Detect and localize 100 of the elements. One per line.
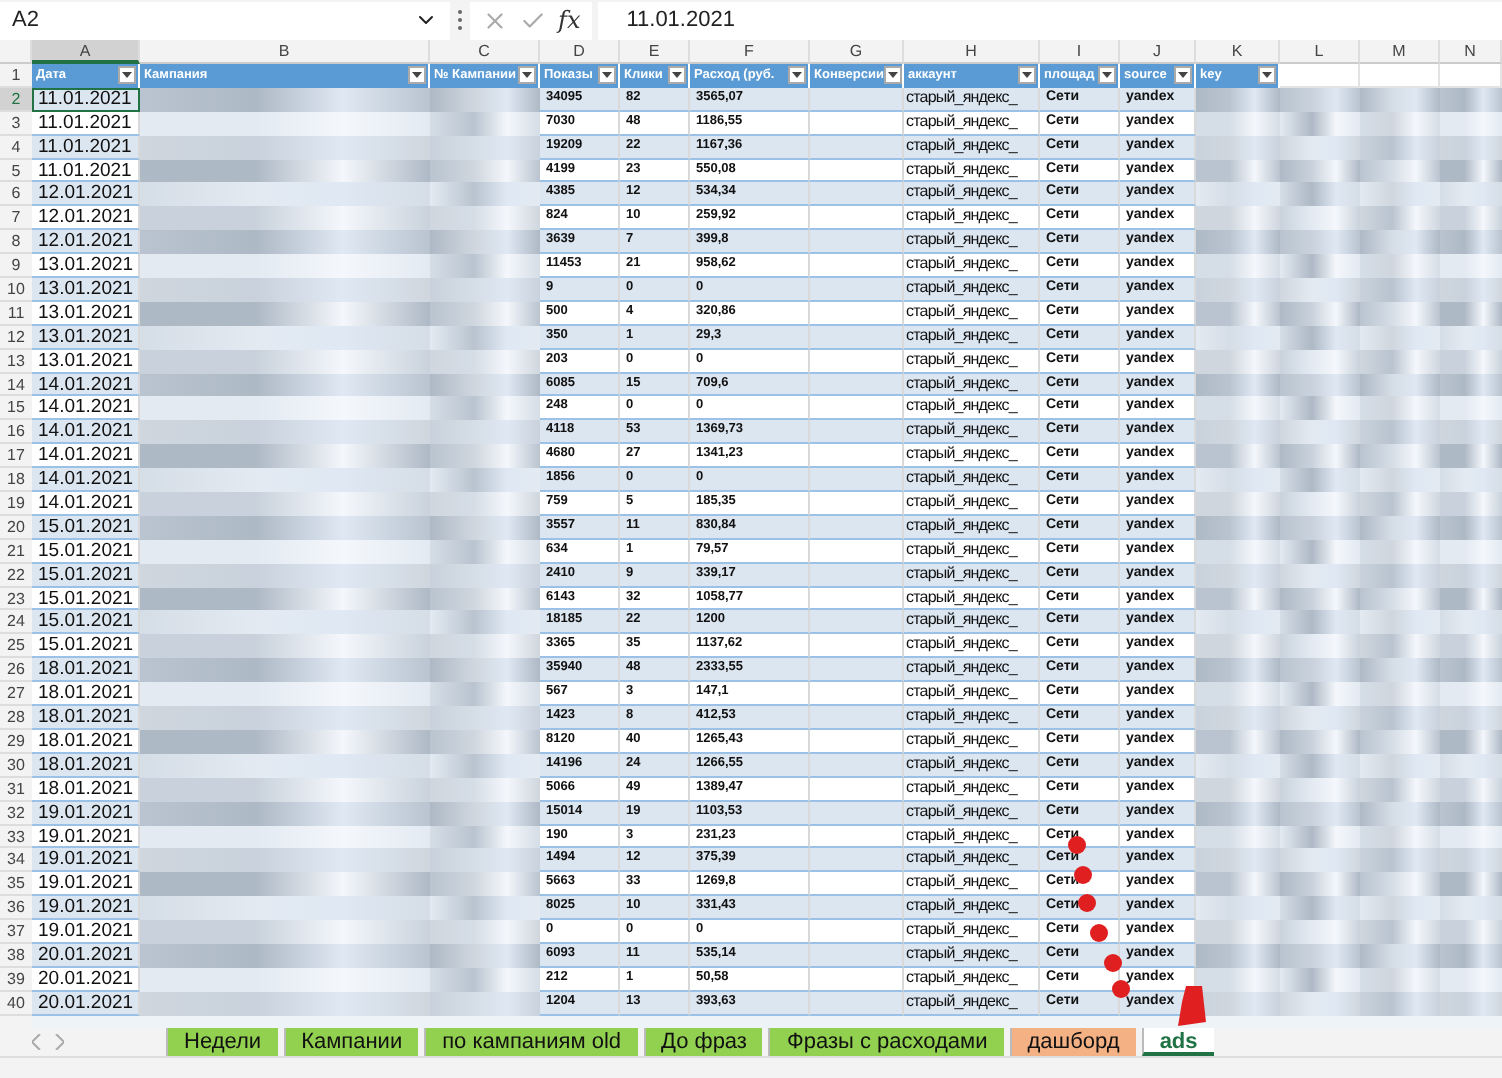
row-number[interactable]: 22 xyxy=(0,563,32,588)
date-cell[interactable]: 15.01.2021 xyxy=(32,587,140,611)
filter-button[interactable] xyxy=(1018,66,1036,85)
row-number[interactable]: 7 xyxy=(0,206,32,231)
row-number[interactable]: 5 xyxy=(0,159,32,183)
row-number[interactable]: 9 xyxy=(0,254,32,279)
date-cell[interactable]: 15.01.2021 xyxy=(32,515,140,540)
date-cell[interactable]: 18.01.2021 xyxy=(32,753,140,778)
date-cell[interactable]: 20.01.2021 xyxy=(32,991,140,1016)
date-cell[interactable]: 14.01.2021 xyxy=(32,444,140,469)
row-number[interactable]: 18 xyxy=(0,468,32,493)
column-header[interactable]: K xyxy=(1196,40,1280,64)
date-cell[interactable]: 11.01.2021 xyxy=(32,111,140,136)
row-number[interactable]: 40 xyxy=(0,991,32,1016)
filter-button[interactable] xyxy=(1258,66,1276,85)
row-number[interactable]: 32 xyxy=(0,801,32,825)
date-cell[interactable]: 13.01.2021 xyxy=(32,301,140,326)
row-number[interactable]: 25 xyxy=(0,634,32,659)
column-header[interactable]: B xyxy=(140,40,430,64)
sheet-tab[interactable]: дашборд xyxy=(1009,1027,1136,1056)
date-cell[interactable]: 18.01.2021 xyxy=(32,729,140,754)
date-cell[interactable]: 14.01.2021 xyxy=(32,492,140,516)
row-number[interactable]: 14 xyxy=(0,373,32,397)
filter-button[interactable] xyxy=(1174,66,1192,85)
filter-button[interactable] xyxy=(668,66,686,85)
filter-button[interactable] xyxy=(598,66,616,85)
sheet-tab[interactable]: ads xyxy=(1141,1027,1214,1056)
column-header[interactable]: C xyxy=(430,40,540,64)
filter-button[interactable] xyxy=(408,66,426,85)
row-number[interactable]: 10 xyxy=(0,278,32,302)
date-cell[interactable]: 19.01.2021 xyxy=(32,896,140,921)
row-number[interactable]: 39 xyxy=(0,967,32,992)
date-cell[interactable]: 15.01.2021 xyxy=(32,563,140,588)
row-number[interactable]: 13 xyxy=(0,349,32,374)
date-cell[interactable]: 19.01.2021 xyxy=(32,801,140,825)
row-number[interactable]: 8 xyxy=(0,230,32,255)
filter-button[interactable] xyxy=(883,66,902,85)
row-number[interactable]: 6 xyxy=(0,182,32,207)
column-header[interactable]: N xyxy=(1440,40,1502,64)
date-cell[interactable]: 19.01.2021 xyxy=(32,848,140,873)
date-cell[interactable]: 15.01.2021 xyxy=(32,634,140,659)
date-cell[interactable]: 15.01.2021 xyxy=(32,610,140,635)
date-cell[interactable]: 14.01.2021 xyxy=(32,373,140,397)
filter-button[interactable] xyxy=(1098,66,1116,85)
row-number[interactable]: 38 xyxy=(0,943,32,968)
row-number[interactable]: 3 xyxy=(0,111,32,136)
sheet-tab[interactable]: Фразы с расходами xyxy=(768,1027,1004,1056)
column-header[interactable]: L xyxy=(1280,40,1360,64)
date-cell[interactable]: 12.01.2021 xyxy=(32,182,140,207)
column-header[interactable]: J xyxy=(1120,40,1196,64)
sheet-tab[interactable]: Кампании xyxy=(283,1027,419,1056)
sheet-tab[interactable]: по кампаниям old xyxy=(424,1027,638,1056)
date-cell[interactable]: 13.01.2021 xyxy=(32,349,140,374)
row-number[interactable]: 1 xyxy=(0,64,32,88)
column-header[interactable]: A xyxy=(32,40,140,64)
more-icon[interactable] xyxy=(456,8,464,32)
check-icon[interactable] xyxy=(520,7,546,33)
date-cell[interactable]: 11.01.2021 xyxy=(32,159,140,183)
row-number[interactable]: 19 xyxy=(0,492,32,516)
filter-button[interactable] xyxy=(118,66,136,85)
row-number[interactable]: 34 xyxy=(0,848,32,873)
row-number[interactable]: 35 xyxy=(0,872,32,897)
date-cell[interactable]: 20.01.2021 xyxy=(32,967,140,992)
filter-button[interactable] xyxy=(788,66,806,85)
row-number[interactable]: 20 xyxy=(0,515,32,540)
row-number[interactable]: 24 xyxy=(0,610,32,635)
column-header[interactable]: E xyxy=(620,40,690,64)
name-box[interactable]: A2 xyxy=(0,1,450,39)
column-header[interactable]: F xyxy=(690,40,810,64)
date-cell[interactable]: 11.01.2021 xyxy=(32,135,140,160)
date-cell[interactable]: 13.01.2021 xyxy=(32,278,140,302)
row-number[interactable]: 30 xyxy=(0,753,32,778)
date-cell[interactable]: 18.01.2021 xyxy=(32,682,140,707)
row-number[interactable]: 36 xyxy=(0,896,32,921)
date-cell[interactable]: 18.01.2021 xyxy=(32,706,140,730)
row-number[interactable]: 21 xyxy=(0,539,32,564)
sheet-tab[interactable]: До фраз xyxy=(643,1027,763,1056)
column-header[interactable]: I xyxy=(1040,40,1120,64)
formula-field[interactable]: 11.01.2021 xyxy=(598,1,1502,39)
filter-button[interactable] xyxy=(518,66,536,85)
date-cell[interactable]: 18.01.2021 xyxy=(32,777,140,802)
row-number[interactable]: 28 xyxy=(0,706,32,730)
row-number[interactable]: 15 xyxy=(0,396,32,421)
column-header[interactable]: H xyxy=(904,40,1040,64)
date-cell[interactable]: 18.01.2021 xyxy=(32,658,140,683)
sheet-tab[interactable]: Недели xyxy=(166,1027,278,1056)
row-number[interactable]: 2 xyxy=(0,87,32,112)
column-header[interactable]: D xyxy=(540,40,620,64)
row-number[interactable]: 29 xyxy=(0,729,32,754)
row-number[interactable]: 12 xyxy=(0,325,32,350)
date-cell[interactable]: 14.01.2021 xyxy=(32,468,140,493)
row-number[interactable]: 37 xyxy=(0,920,32,944)
date-cell[interactable]: 13.01.2021 xyxy=(32,325,140,350)
date-cell[interactable]: 13.01.2021 xyxy=(32,254,140,279)
insert-function-button[interactable]: fx xyxy=(558,6,581,34)
date-cell[interactable]: 19.01.2021 xyxy=(32,872,140,897)
row-number[interactable]: 17 xyxy=(0,444,32,469)
row-number[interactable]: 27 xyxy=(0,682,32,707)
column-header[interactable]: G xyxy=(810,40,904,64)
column-header[interactable]: M xyxy=(1360,40,1440,64)
